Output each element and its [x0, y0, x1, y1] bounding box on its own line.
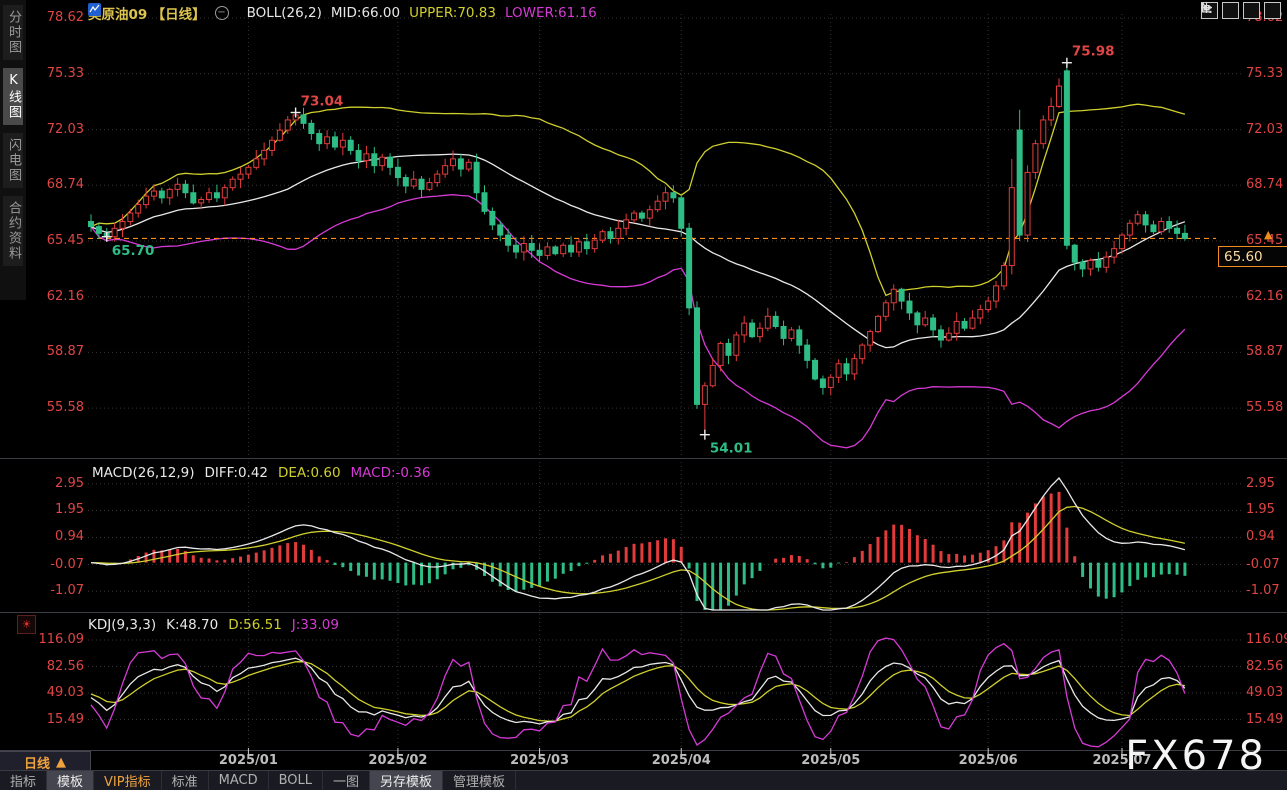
tab-boll[interactable]: BOLL	[269, 771, 323, 790]
axis-label: 82.56	[26, 659, 84, 674]
axis-label: 58.87	[26, 344, 84, 359]
macd-value: MACD:-0.36	[351, 465, 431, 481]
axis-label: -0.07	[26, 557, 84, 572]
axis-label: 68.74	[1246, 177, 1283, 192]
axis-label: 2.95	[26, 476, 84, 491]
axis-label: 15.49	[26, 712, 84, 727]
kdj-d-value: D:56.51	[228, 617, 282, 633]
svg-text:75.98: 75.98	[1072, 44, 1115, 60]
boll-params-label: BOLL(26,2)	[247, 5, 322, 21]
symbol-title: 美原油09 【日线】	[88, 3, 206, 23]
y-scale-icon[interactable]	[1222, 2, 1239, 19]
tab-manage-template[interactable]: 管理模板	[443, 771, 516, 790]
kdj-title: KDJ(9,3,3)	[88, 617, 156, 633]
tab-templates[interactable]: 模板	[47, 771, 94, 790]
axis-label: 68.74	[26, 177, 84, 192]
axis-label: -1.07	[1246, 583, 1280, 598]
collapse-icon[interactable]: −	[215, 6, 229, 20]
axis-label: 62.16	[26, 289, 84, 304]
axis-label: 82.56	[1246, 659, 1283, 674]
bottom-tab-bar: 指标 模板 VIP指标 标准 MACD BOLL 一图 另存模板 管理模板	[0, 770, 1287, 790]
axis-label: 116.09	[26, 632, 84, 647]
period-selector[interactable]: 日线 ▲	[0, 751, 91, 772]
axis-label: 55.58	[1246, 400, 1283, 415]
date-label: 2025/01	[214, 753, 282, 768]
tab-standard[interactable]: 标准	[162, 771, 209, 790]
kdj-j-value: J:33.09	[292, 617, 339, 633]
boll-upper-label: UPPER:70.83	[409, 5, 496, 21]
sidebar-item-flash-chart[interactable]: 闪电图	[3, 133, 23, 188]
sidebar-item-time-chart[interactable]: 分时图	[3, 5, 23, 60]
current-price-box: 65.60	[1218, 246, 1287, 267]
chart-toolbar	[1201, 2, 1281, 19]
boll-lower-label: LOWER:61.16	[505, 5, 597, 21]
macd-panel-header: MACD(26,12,9) DIFF:0.42 DEA:0.60 MACD:-0…	[92, 465, 430, 481]
axis-label: 65.45	[26, 233, 84, 248]
chart-header: 美原油09 【日线】 − BOLL(26,2) MID:66.00 UPPER:…	[88, 3, 597, 23]
svg-text:73.04: 73.04	[301, 94, 344, 110]
price-up-arrow-icon: ▲	[1264, 228, 1272, 241]
x-scale-icon[interactable]	[1243, 2, 1260, 19]
axis-label: 58.87	[1246, 344, 1283, 359]
sidebar-item-kline-chart[interactable]: K线图	[3, 68, 23, 125]
trading-app-window: 73.04 75.98 65.70 54.01 分时图 K线图 闪电图 合约资料 美原…	[0, 0, 1287, 790]
axis-label: 75.33	[26, 66, 84, 81]
tab-vip-indicators[interactable]: VIP指标	[94, 771, 162, 790]
period-selector-arrow-icon: ▲	[56, 755, 66, 770]
axis-label: 72.03	[1246, 122, 1283, 137]
shift-right-icon[interactable]	[1264, 2, 1281, 19]
axis-label: 15.49	[1246, 712, 1283, 727]
date-label: 2025/04	[647, 753, 715, 768]
axis-label: -0.07	[1246, 557, 1280, 572]
axis-label: 72.03	[26, 122, 84, 137]
axis-label: 116.09	[1246, 632, 1287, 647]
current-price-value: 65.60	[1224, 249, 1263, 265]
axis-label: 75.33	[1246, 66, 1283, 81]
boll-mid-label: MID:66.00	[331, 5, 400, 21]
kdj-panel-header: KDJ(9,3,3) K:48.70 D:56.51 J:33.09	[88, 617, 339, 633]
tab-macd[interactable]: MACD	[209, 771, 269, 790]
macd-diff-value: DIFF:0.42	[205, 465, 268, 481]
sidebar: 分时图 K线图 闪电图 合约资料	[0, 0, 26, 300]
date-label: 2025/02	[364, 753, 432, 768]
tab-indicators[interactable]: 指标	[0, 771, 47, 790]
axis-label: 55.58	[26, 400, 84, 415]
svg-text:65.70: 65.70	[112, 243, 155, 259]
axis-label: -1.07	[26, 583, 84, 598]
macd-dea-value: DEA:0.60	[278, 465, 341, 481]
period-tag: 【日线】	[152, 7, 206, 23]
chart-svg: 73.04 75.98 65.70 54.01	[0, 0, 1287, 790]
axis-label: 49.03	[1246, 685, 1283, 700]
sidebar-item-contract-info[interactable]: 合约资料	[3, 196, 23, 266]
period-selector-label: 日线	[24, 753, 50, 772]
date-label: 2025/05	[797, 753, 865, 768]
axis-label: 0.94	[26, 529, 84, 544]
date-label: 2025/03	[506, 753, 574, 768]
axis-label: 0.94	[1246, 529, 1275, 544]
tab-one-chart[interactable]: 一图	[323, 771, 370, 790]
macd-title: MACD(26,12,9)	[92, 465, 195, 481]
date-label: 2025/06	[954, 753, 1022, 768]
axis-label: 49.03	[26, 685, 84, 700]
svg-text:54.01: 54.01	[710, 441, 753, 457]
tab-save-template[interactable]: 另存模板	[370, 771, 443, 790]
axis-label: 78.62	[26, 10, 84, 25]
axis-label: 2.95	[1246, 476, 1275, 491]
axis-label: 1.95	[26, 502, 84, 517]
sun-icon[interactable]: ☀	[17, 615, 36, 634]
axis-label: 62.16	[1246, 289, 1283, 304]
axis-label: 1.95	[1246, 502, 1275, 517]
kdj-k-value: K:48.70	[166, 617, 218, 633]
